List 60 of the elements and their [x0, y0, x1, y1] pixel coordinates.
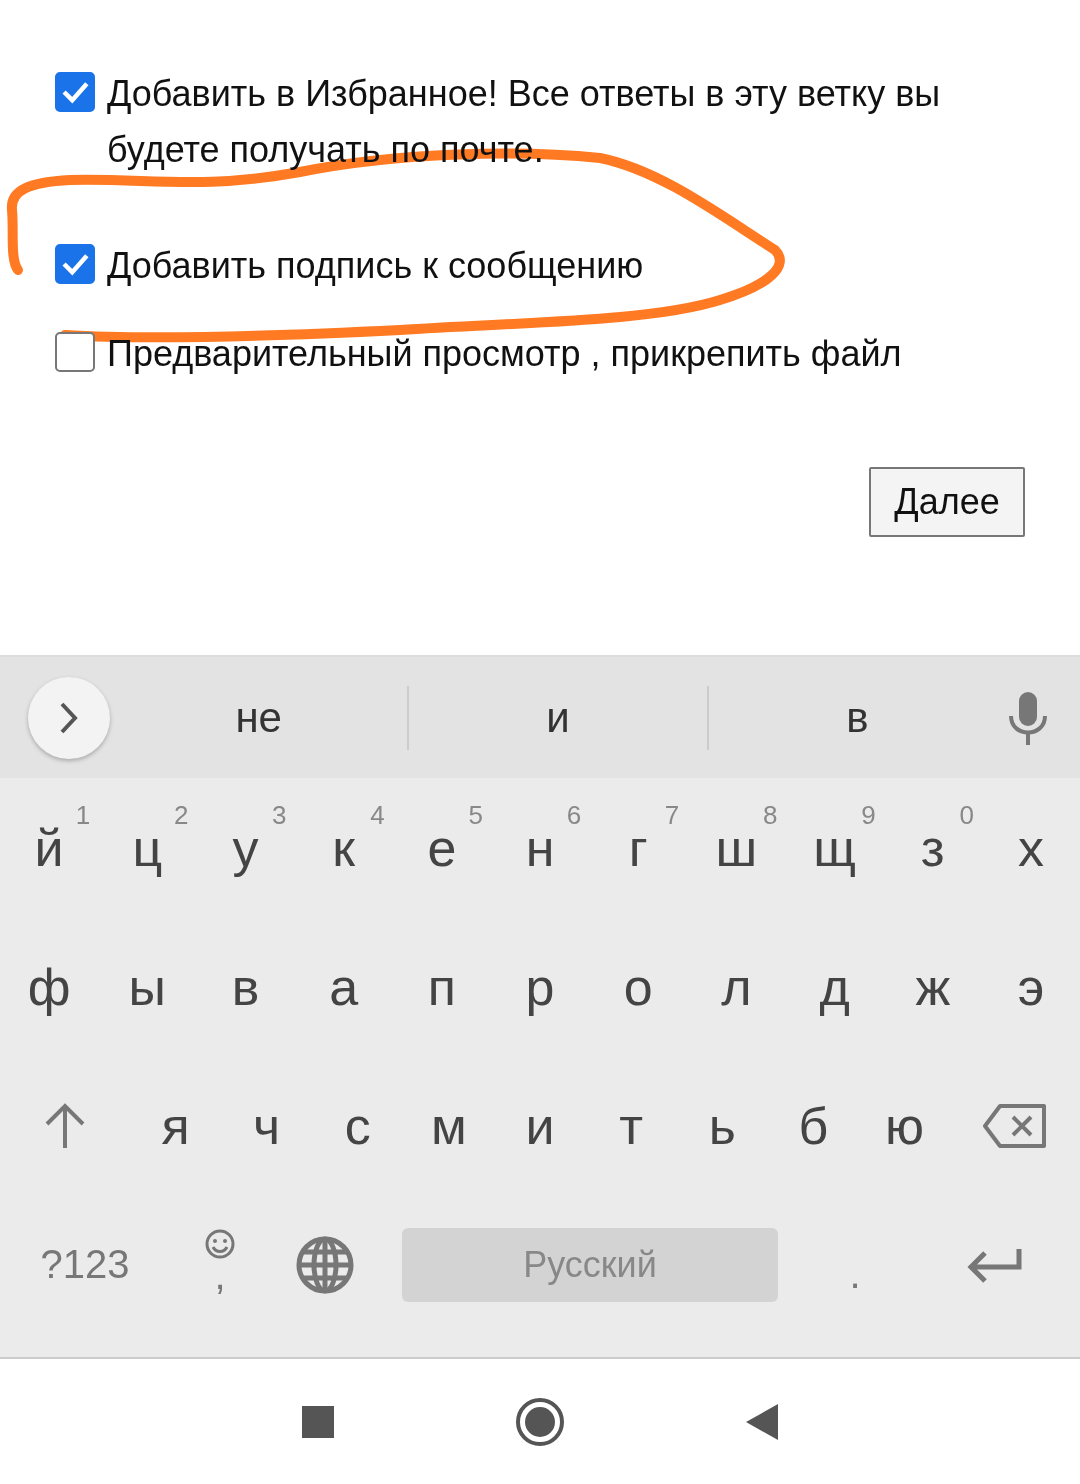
- key-hint: 5: [468, 800, 483, 831]
- key-label[interactable]: с: [344, 1095, 371, 1156]
- key-label[interactable]: к: [332, 817, 356, 878]
- option-label[interactable]: Добавить подпись к сообщению: [107, 238, 1025, 294]
- backspace-icon[interactable]: [982, 1102, 1048, 1149]
- key-label[interactable]: м: [431, 1095, 467, 1156]
- key-label[interactable]: п: [427, 956, 456, 1017]
- key-label[interactable]: н: [525, 817, 555, 878]
- key-hint: 1: [75, 800, 91, 831]
- key-label[interactable]: л: [721, 956, 752, 1017]
- next-button[interactable]: Далее: [869, 467, 1025, 537]
- symbols-key[interactable]: ?123: [40, 1242, 130, 1287]
- key-label[interactable]: ю: [884, 1095, 924, 1156]
- option-label[interactable]: Предварительный просмотр , прикрепить файл: [107, 326, 1025, 382]
- key-label[interactable]: ч: [253, 1095, 281, 1156]
- key-label[interactable]: д: [819, 956, 850, 1017]
- key-label[interactable]: б: [798, 1095, 829, 1156]
- key-hint: 7: [664, 800, 680, 831]
- key-label[interactable]: в: [231, 956, 260, 1017]
- back-icon[interactable]: [745, 1402, 779, 1441]
- key-label[interactable]: ф: [27, 956, 71, 1017]
- key-label[interactable]: о: [623, 956, 653, 1017]
- key-hint: 0: [959, 800, 974, 831]
- globe-icon[interactable]: [295, 1234, 355, 1295]
- key-label[interactable]: е: [427, 817, 457, 878]
- key-hint: 2: [173, 800, 189, 831]
- key-label[interactable]: х: [1017, 817, 1044, 878]
- checkbox[interactable]: [55, 332, 95, 372]
- key-label[interactable]: р: [525, 956, 555, 1017]
- key-hint: 4: [370, 800, 385, 831]
- key-hint: 3: [272, 800, 287, 831]
- microphone-icon[interactable]: [1006, 689, 1050, 746]
- key-label[interactable]: э: [1017, 956, 1045, 1017]
- key-label[interactable]: ж: [915, 956, 951, 1017]
- checkbox[interactable]: [55, 72, 95, 112]
- key-label[interactable]: ц: [132, 817, 163, 878]
- key-label[interactable]: т: [619, 1095, 643, 1156]
- key-label[interactable]: з: [920, 817, 945, 878]
- key-label[interactable]: й: [34, 817, 64, 878]
- key-label[interactable]: щ: [813, 817, 856, 878]
- key-label[interactable]: г: [628, 817, 648, 878]
- key-hint: 6: [566, 800, 582, 831]
- key-label[interactable]: и: [525, 1095, 555, 1156]
- key-hint: 9: [861, 800, 876, 831]
- key-label[interactable]: ш: [715, 817, 758, 878]
- key-label[interactable]: я: [161, 1095, 190, 1156]
- recents-icon[interactable]: [301, 1404, 335, 1439]
- key-label[interactable]: у: [232, 817, 259, 878]
- checkbox[interactable]: [55, 244, 95, 284]
- emoji-icon: [204, 1227, 236, 1260]
- key-label[interactable]: ь: [708, 1095, 736, 1156]
- suggestion[interactable]: не: [110, 693, 408, 742]
- key-hint: 8: [763, 800, 778, 831]
- home-icon[interactable]: [515, 1396, 565, 1447]
- period-key[interactable]: .: [849, 1252, 861, 1297]
- suggestion[interactable]: в: [708, 693, 1006, 742]
- key-label[interactable]: ы: [128, 956, 166, 1017]
- key-label[interactable]: а: [329, 956, 359, 1017]
- expand-button[interactable]: [28, 676, 110, 759]
- suggestion[interactable]: и: [409, 693, 707, 742]
